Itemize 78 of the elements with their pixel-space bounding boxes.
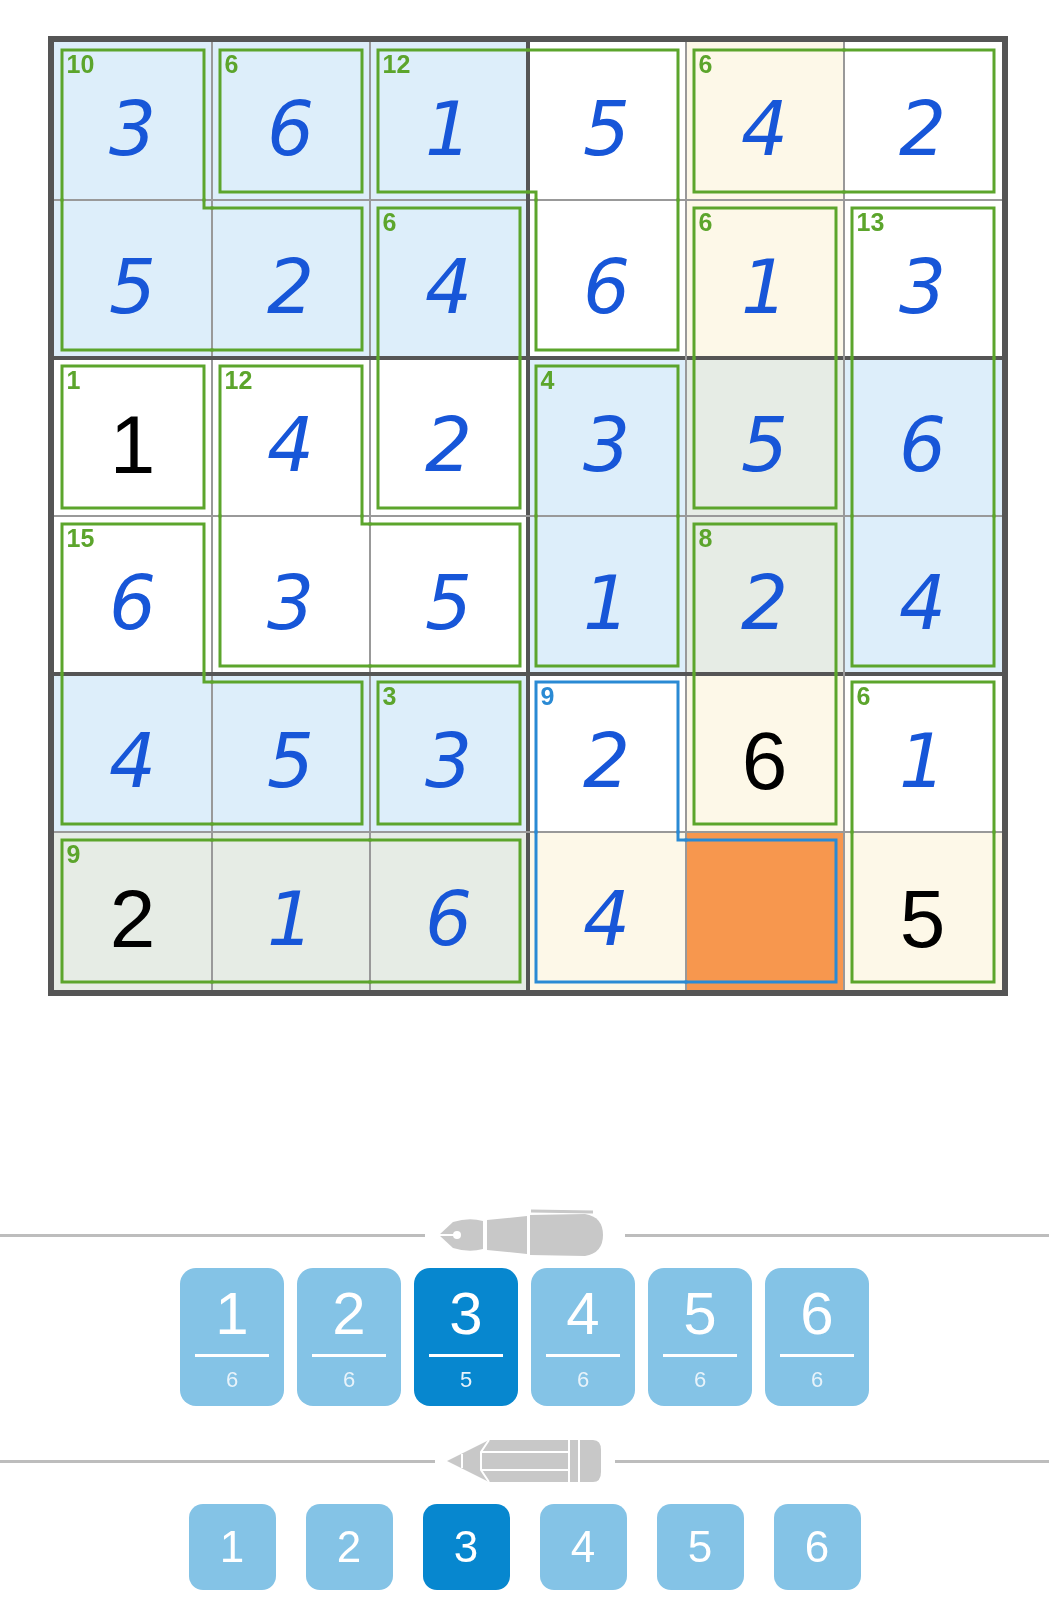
cell-digit: 4 bbox=[740, 92, 789, 166]
cage-sum: 4 bbox=[540, 368, 555, 393]
digit-label: 5 bbox=[683, 1284, 717, 1344]
grid-cell[interactable] bbox=[685, 832, 844, 990]
grid-cell[interactable]: 5 bbox=[685, 358, 844, 516]
cell-digit: 3 bbox=[266, 566, 315, 640]
digit-count: 6 bbox=[576, 1367, 590, 1393]
cell-digit: 2 bbox=[424, 408, 473, 482]
digit-button[interactable]: 3 5 bbox=[414, 1268, 518, 1406]
cage-sum: 12 bbox=[382, 52, 411, 77]
grid-cell[interactable]: 4 bbox=[527, 832, 686, 990]
cage-sum: 6 bbox=[382, 210, 397, 235]
cell-digit: 1 bbox=[898, 724, 947, 798]
cage-sum: 9 bbox=[540, 684, 555, 709]
cage-sum: 6 bbox=[698, 52, 713, 77]
cell-digit: 6 bbox=[741, 720, 788, 802]
cell-digit: 1 bbox=[582, 566, 631, 640]
cell-digit: 1 bbox=[740, 250, 789, 324]
cell-digit: 4 bbox=[266, 408, 315, 482]
digit-count: 6 bbox=[810, 1367, 824, 1393]
cell-digit: 6 bbox=[266, 92, 315, 166]
grid-cell[interactable]: 6 bbox=[843, 358, 1002, 516]
cage-sum: 3 bbox=[382, 684, 397, 709]
grid-cell[interactable]: 5 bbox=[53, 200, 212, 358]
grid-cell[interactable]: 4 bbox=[843, 516, 1002, 674]
grid-cell[interactable]: 1 bbox=[211, 832, 370, 990]
cell-digit: 5 bbox=[266, 724, 315, 798]
cell-digit: 6 bbox=[582, 250, 631, 324]
cell-digit: 3 bbox=[108, 92, 157, 166]
cell-digit: 1 bbox=[266, 882, 315, 956]
cell-digit: 5 bbox=[899, 878, 946, 960]
cell-digit: 5 bbox=[740, 408, 789, 482]
cell-digit: 3 bbox=[424, 724, 473, 798]
cell-digit: 1 bbox=[424, 92, 473, 166]
cage-sum: 12 bbox=[224, 368, 253, 393]
cell-digit: 3 bbox=[582, 408, 631, 482]
cage-sum: 10 bbox=[66, 52, 95, 77]
cell-digit: 2 bbox=[898, 92, 947, 166]
grid-cell[interactable]: 4 bbox=[53, 674, 212, 832]
cell-digit: 4 bbox=[424, 250, 473, 324]
cell-digit: 1 bbox=[109, 404, 156, 486]
cage-sum: 6 bbox=[698, 210, 713, 235]
digit-count: 5 bbox=[459, 1367, 473, 1393]
cell-digit: 5 bbox=[582, 92, 631, 166]
cell-digit: 4 bbox=[108, 724, 157, 798]
cage-sum: 1 bbox=[66, 368, 81, 393]
pencil-digit-button[interactable]: 3 bbox=[422, 1504, 510, 1590]
grid-cell[interactable]: 5 bbox=[211, 674, 370, 832]
cage-sum: 6 bbox=[856, 684, 871, 709]
digit-count: 6 bbox=[225, 1367, 239, 1393]
cage-sum: 9 bbox=[66, 842, 81, 867]
cell-digit: 6 bbox=[898, 408, 947, 482]
cell-digit: 4 bbox=[898, 566, 947, 640]
cell-digit: 6 bbox=[424, 882, 473, 956]
grid-cell[interactable]: 6 bbox=[685, 674, 844, 832]
grid-cell[interactable]: 2 bbox=[211, 200, 370, 358]
cell-digit: 2 bbox=[740, 566, 789, 640]
cage-sum: 6 bbox=[224, 52, 239, 77]
cage-sum: 15 bbox=[66, 526, 95, 551]
digit-label: 1 bbox=[215, 1284, 249, 1344]
grid-cell[interactable]: 6 bbox=[369, 832, 528, 990]
cell-digit: 6 bbox=[108, 566, 157, 640]
grid-cell[interactable]: 5 bbox=[843, 832, 1002, 990]
digit-label: 3 bbox=[449, 1284, 483, 1344]
cell-digit: 4 bbox=[582, 882, 631, 956]
cell-digit: 5 bbox=[424, 566, 473, 640]
digit-label: 6 bbox=[800, 1284, 834, 1344]
digit-label: 2 bbox=[332, 1284, 366, 1344]
digit-count: 6 bbox=[342, 1367, 356, 1393]
cage-sum: 8 bbox=[698, 526, 713, 551]
cell-digit: 2 bbox=[266, 250, 315, 324]
cell-digit: 2 bbox=[109, 878, 156, 960]
digit-label: 4 bbox=[566, 1284, 600, 1344]
cell-digit: 2 bbox=[582, 724, 631, 798]
digit-count: 6 bbox=[693, 1367, 707, 1393]
cage-sum: 13 bbox=[856, 210, 885, 235]
cell-digit: 3 bbox=[898, 250, 947, 324]
cell-digit: 5 bbox=[108, 250, 157, 324]
